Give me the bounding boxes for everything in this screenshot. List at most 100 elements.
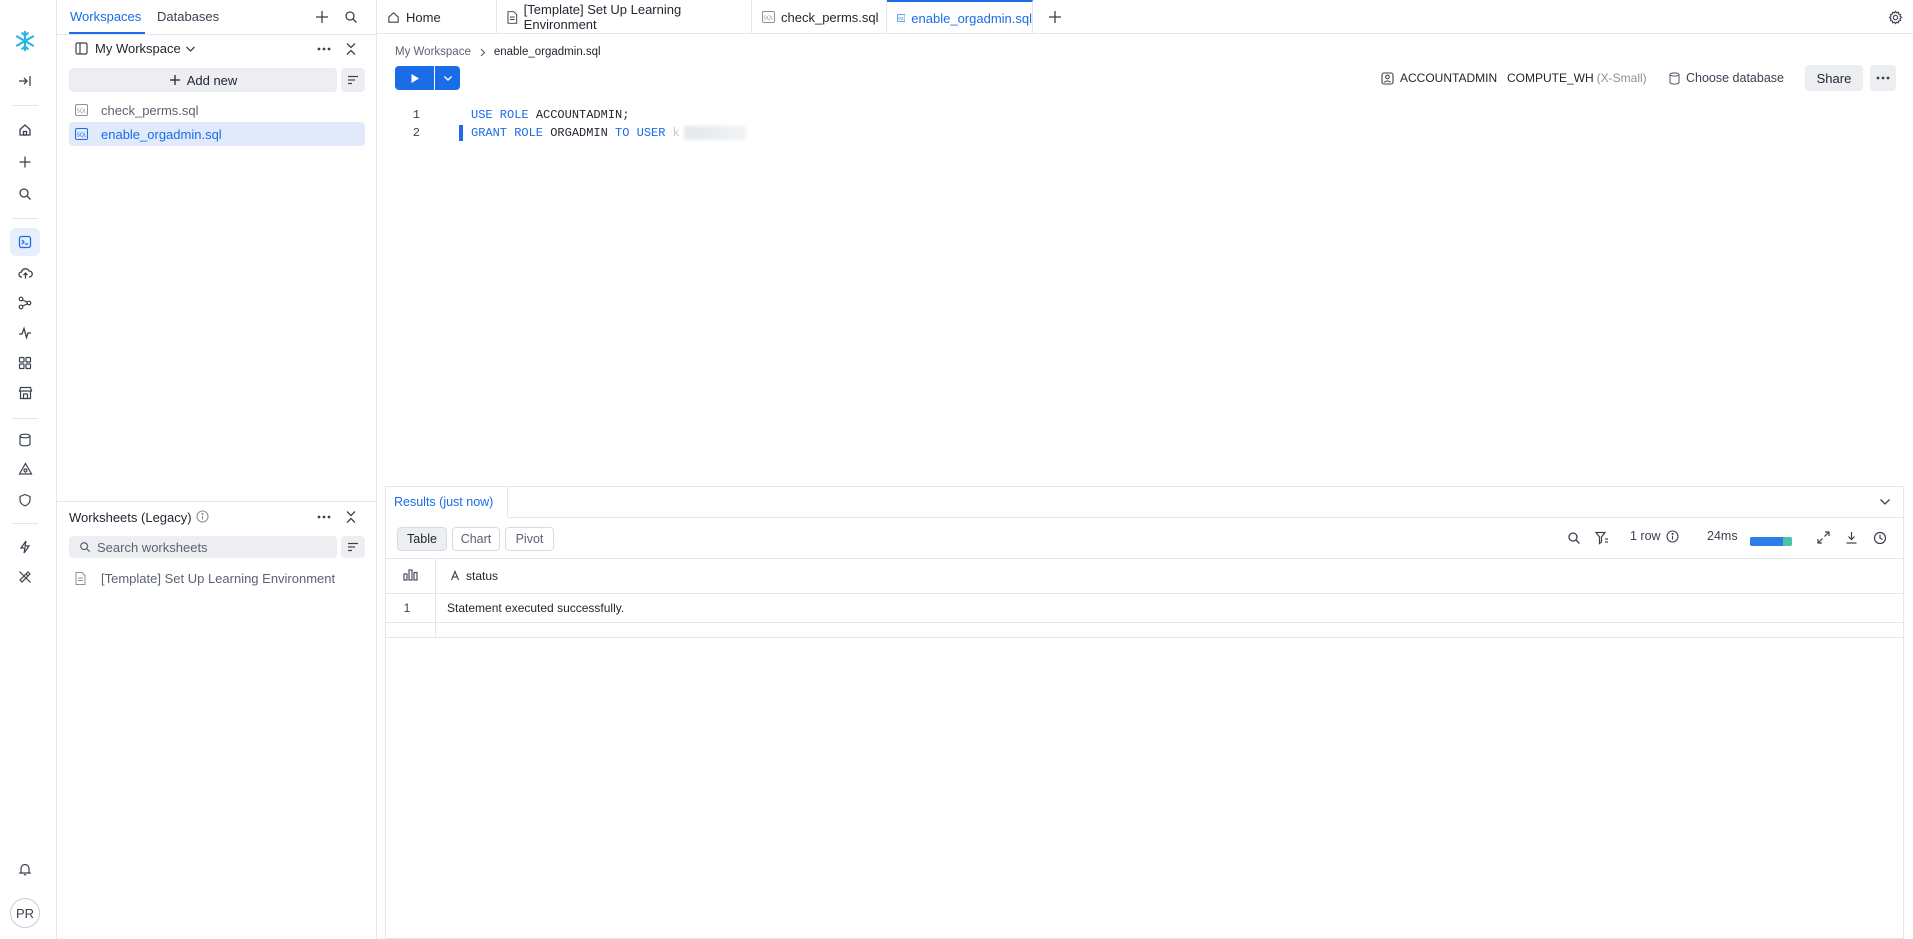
info-icon[interactable] bbox=[1666, 529, 1679, 543]
search-icon[interactable] bbox=[10, 180, 40, 208]
column-header-status[interactable]: status bbox=[466, 569, 498, 583]
home-icon[interactable] bbox=[10, 116, 40, 144]
tab-label: Home bbox=[406, 9, 441, 25]
chevron-down-icon[interactable] bbox=[1879, 498, 1891, 506]
editor-tab-bar: Home [Template] Set Up Learning Environm… bbox=[377, 0, 1913, 34]
svg-text:SQL: SQL bbox=[898, 16, 905, 20]
file-item-enable-orgadmin[interactable]: SQL enable_orgadmin.sql bbox=[69, 122, 365, 146]
legacy-worksheets-title: Worksheets (Legacy) bbox=[69, 510, 192, 525]
user-role-icon bbox=[1381, 71, 1394, 85]
database-icon[interactable] bbox=[10, 426, 40, 454]
worksheet-item[interactable]: [Template] Set Up Learning Environment bbox=[69, 566, 365, 590]
sort-filter-button[interactable] bbox=[341, 68, 365, 92]
projects-icon[interactable] bbox=[10, 228, 40, 256]
collapse-section-icon[interactable] bbox=[339, 37, 363, 61]
sort-filter-button[interactable] bbox=[341, 536, 365, 558]
add-new-button[interactable]: Add new bbox=[69, 68, 337, 92]
filter-columns-icon[interactable] bbox=[1595, 531, 1609, 545]
search-icon[interactable] bbox=[1567, 531, 1581, 545]
view-pivot-button[interactable]: Pivot bbox=[505, 527, 554, 551]
tab-template[interactable]: [Template] Set Up Learning Environment bbox=[497, 0, 752, 34]
sort-icon bbox=[348, 75, 358, 85]
tab-workspaces[interactable]: Workspaces bbox=[70, 9, 141, 24]
svg-text:SQL: SQL bbox=[76, 132, 86, 138]
worksheet-label: [Template] Set Up Learning Environment bbox=[101, 570, 336, 586]
collapse-sidebar-icon[interactable] bbox=[10, 67, 40, 95]
sql-file-icon: SQL bbox=[762, 11, 775, 23]
tab-enable-orgadmin[interactable]: SQL enable_orgadmin.sql bbox=[887, 0, 1033, 34]
more-options-icon[interactable] bbox=[1870, 65, 1896, 91]
workspace-selector[interactable]: My Workspace bbox=[95, 41, 181, 56]
marketplace-icon[interactable] bbox=[10, 379, 40, 407]
tab-home[interactable]: Home bbox=[377, 0, 497, 34]
keyword: TO USER bbox=[615, 126, 673, 140]
view-chart-button[interactable]: Chart bbox=[452, 527, 500, 551]
collapse-section-icon[interactable] bbox=[339, 505, 363, 529]
settings-gear-icon[interactable] bbox=[1883, 5, 1907, 29]
run-button[interactable] bbox=[395, 66, 434, 90]
duration-label: 24ms bbox=[1707, 529, 1738, 543]
view-table-button[interactable]: Table bbox=[397, 527, 447, 551]
share-button[interactable]: Share bbox=[1805, 65, 1863, 91]
table-cell-status[interactable]: Statement executed successfully. bbox=[447, 601, 624, 615]
new-tab-plus-icon[interactable] bbox=[1043, 5, 1067, 29]
search-icon[interactable] bbox=[339, 5, 363, 29]
document-icon bbox=[507, 10, 518, 24]
code-line[interactable]: GRANT ROLE ORGADMIN TO USER k bbox=[471, 126, 680, 140]
row-count-label: 1 row bbox=[1630, 529, 1661, 543]
expand-icon[interactable] bbox=[1817, 531, 1830, 544]
explorer-panel: Workspaces Databases My Workspace Add ne… bbox=[57, 0, 377, 939]
tab-check-perms[interactable]: SQL check_perms.sql bbox=[752, 0, 887, 34]
database-selector[interactable]: Choose database bbox=[1669, 71, 1784, 85]
file-label: check_perms.sql bbox=[101, 102, 199, 118]
file-item-check-perms[interactable]: SQL check_perms.sql bbox=[69, 98, 365, 122]
more-options-icon[interactable] bbox=[312, 37, 336, 61]
keyword: GRANT ROLE bbox=[471, 126, 551, 140]
tab-label: [Template] Set Up Learning Environment bbox=[523, 2, 682, 32]
tab-databases[interactable]: Databases bbox=[157, 9, 219, 24]
lightning-icon[interactable] bbox=[10, 533, 40, 561]
identifier: ACCOUNTADMIN; bbox=[535, 108, 630, 122]
database-label: Choose database bbox=[1686, 71, 1784, 85]
transformation-icon[interactable] bbox=[10, 289, 40, 317]
history-clock-icon[interactable] bbox=[1873, 531, 1887, 545]
warehouse-label: COMPUTE_WH bbox=[1507, 71, 1594, 85]
run-options-dropdown[interactable] bbox=[435, 66, 460, 90]
notifications-bell-icon[interactable] bbox=[10, 855, 40, 883]
shield-icon[interactable] bbox=[10, 486, 40, 514]
code-line[interactable]: USE ROLE ACCOUNTADMIN; bbox=[471, 108, 629, 122]
info-icon[interactable] bbox=[196, 510, 209, 523]
chevron-down-icon[interactable] bbox=[185, 45, 196, 53]
column-stats-icon[interactable] bbox=[403, 569, 418, 581]
data-cloud-icon[interactable] bbox=[10, 259, 40, 287]
sql-file-icon: SQL bbox=[75, 128, 88, 140]
search-worksheets-input[interactable] bbox=[97, 539, 317, 555]
results-tab[interactable]: Results (just now) bbox=[386, 487, 508, 517]
duration-progress-bar[interactable] bbox=[1750, 537, 1792, 546]
monitoring-icon[interactable] bbox=[10, 319, 40, 347]
search-worksheets-field[interactable] bbox=[69, 536, 337, 558]
governance-icon[interactable] bbox=[10, 455, 40, 483]
sort-icon bbox=[348, 542, 358, 552]
learn-icon[interactable] bbox=[10, 563, 40, 591]
breadcrumb-root[interactable]: My Workspace bbox=[395, 46, 471, 58]
add-new-label: Add new bbox=[186, 72, 238, 88]
plus-icon bbox=[169, 75, 180, 85]
avatar[interactable]: PR bbox=[10, 898, 40, 928]
role-label: ACCOUNTADMIN bbox=[1400, 71, 1498, 85]
warehouse-selector[interactable]: COMPUTE_WH (X-Small) bbox=[1507, 71, 1647, 85]
identifier: k bbox=[672, 126, 680, 140]
redacted-username bbox=[684, 126, 746, 140]
add-icon[interactable] bbox=[310, 5, 334, 29]
role-selector[interactable]: ACCOUNTADMIN bbox=[1381, 71, 1497, 85]
home-icon bbox=[388, 11, 399, 23]
search-icon bbox=[80, 542, 91, 553]
apps-grid-icon[interactable] bbox=[10, 349, 40, 377]
download-icon[interactable] bbox=[1845, 531, 1858, 544]
sql-file-icon: SQL bbox=[75, 104, 88, 116]
chevron-right-icon bbox=[480, 48, 486, 56]
snowflake-logo-icon[interactable] bbox=[10, 27, 40, 55]
plus-icon[interactable] bbox=[10, 148, 40, 176]
line-number: 1 bbox=[412, 108, 420, 122]
more-options-icon[interactable] bbox=[312, 505, 336, 529]
